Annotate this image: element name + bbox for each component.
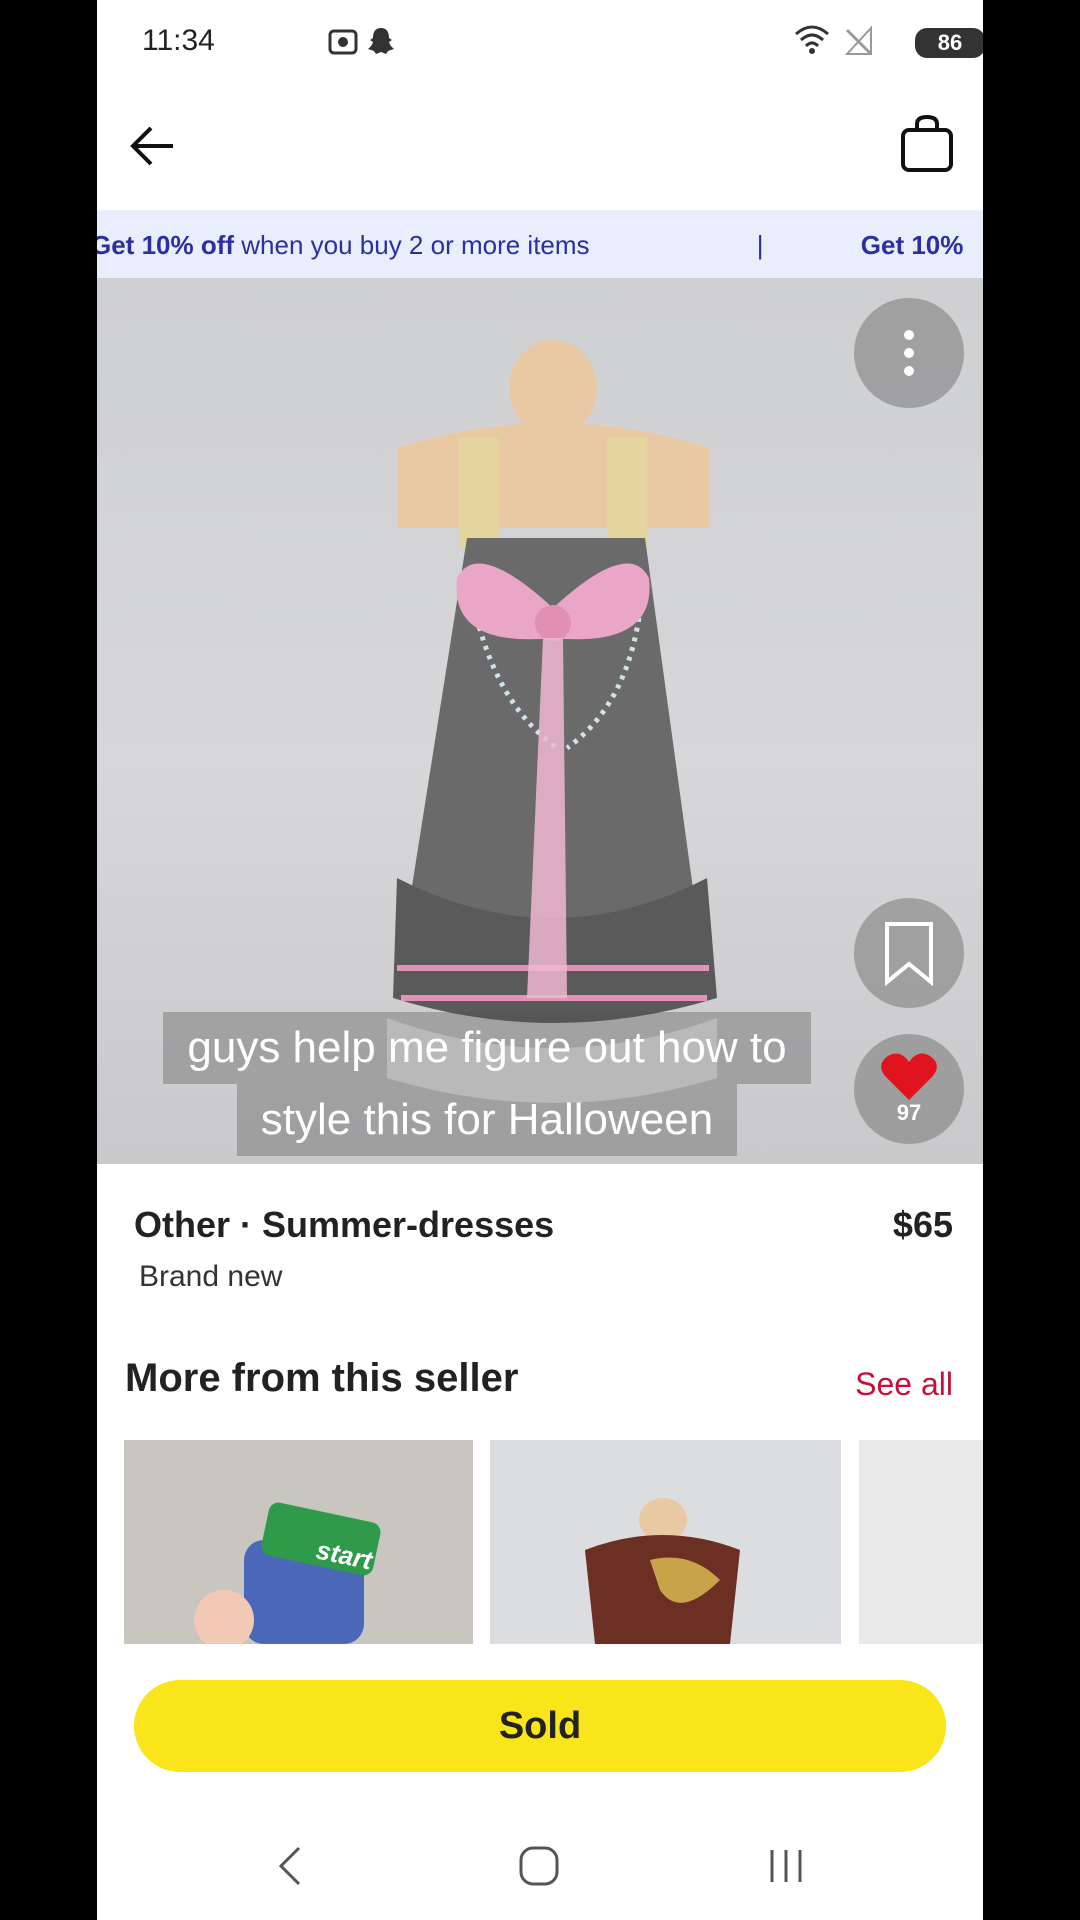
nav-home-icon[interactable]	[519, 1846, 559, 1886]
arrow-left-icon[interactable]	[127, 120, 179, 172]
likes-count: 97	[896, 1100, 922, 1125]
seller-item-thumb[interactable]: start	[124, 1440, 473, 1644]
seller-item-thumb[interactable]	[490, 1440, 841, 1644]
promo-marquee: Get 10% off when you buy 2 or more items…	[97, 230, 963, 261]
shopping-bag-icon[interactable]	[899, 114, 955, 174]
bottom-action-bar: Sold	[97, 1644, 983, 1784]
more-options-button[interactable]	[854, 298, 964, 408]
seller-items-carousel[interactable]: start	[97, 1440, 983, 1644]
status-time: 11:34	[142, 24, 215, 57]
like-button[interactable]: 97	[854, 1034, 964, 1144]
promo-bold-repeat: Get 10%	[860, 230, 964, 260]
product-image[interactable]: 97 guys help me figure out how to style …	[97, 278, 983, 1164]
bookmark-button[interactable]	[854, 898, 964, 1008]
app-screen: 11:34 86 Get 10% off when you buy 2 or m…	[97, 0, 983, 1920]
seller-item-thumb[interactable]	[859, 1440, 983, 1644]
listing-condition: Brand new	[139, 1260, 283, 1293]
listing-category[interactable]: Other · Summer-dresses	[134, 1204, 554, 1246]
sold-button-label: Sold	[498, 1704, 582, 1747]
sold-button[interactable]: Sold	[134, 1680, 946, 1772]
more-vertical-icon	[904, 330, 914, 376]
promo-banner[interactable]: Get 10% off when you buy 2 or more items…	[97, 210, 983, 278]
system-nav-bar	[97, 1784, 983, 1920]
video-caption: guys help me figure out how to style thi…	[127, 1012, 847, 1156]
see-all-link[interactable]: See all	[855, 1366, 953, 1403]
bookmark-icon	[885, 922, 933, 986]
heart-icon	[881, 1053, 937, 1100]
battery-level: 86	[937, 30, 963, 55]
wifi-icon	[795, 25, 829, 54]
listing-price: $65	[892, 1204, 953, 1245]
top-app-bar	[97, 84, 983, 210]
caption-line-1: guys help me figure out how to	[163, 1012, 811, 1084]
status-bar: 11:34 86	[97, 0, 983, 84]
thumb-photo-1	[194, 1502, 381, 1644]
caption-line-2: style this for Halloween	[236, 1084, 738, 1156]
no-signal-icon	[844, 25, 873, 56]
nav-recents-icon[interactable]	[766, 1846, 806, 1886]
thumb-photo-2	[585, 1498, 740, 1644]
promo-bold: Get 10% off	[97, 230, 235, 260]
promo-text: when you buy 2 or more items	[241, 230, 590, 260]
more-from-seller-heading: More from this seller	[125, 1356, 519, 1400]
battery-indicator: 86	[915, 28, 983, 58]
nav-back-icon[interactable]	[275, 1846, 305, 1886]
snapchat-icon	[368, 28, 394, 54]
promo-separator: |	[756, 230, 764, 260]
screen-record-icon	[328, 29, 358, 55]
